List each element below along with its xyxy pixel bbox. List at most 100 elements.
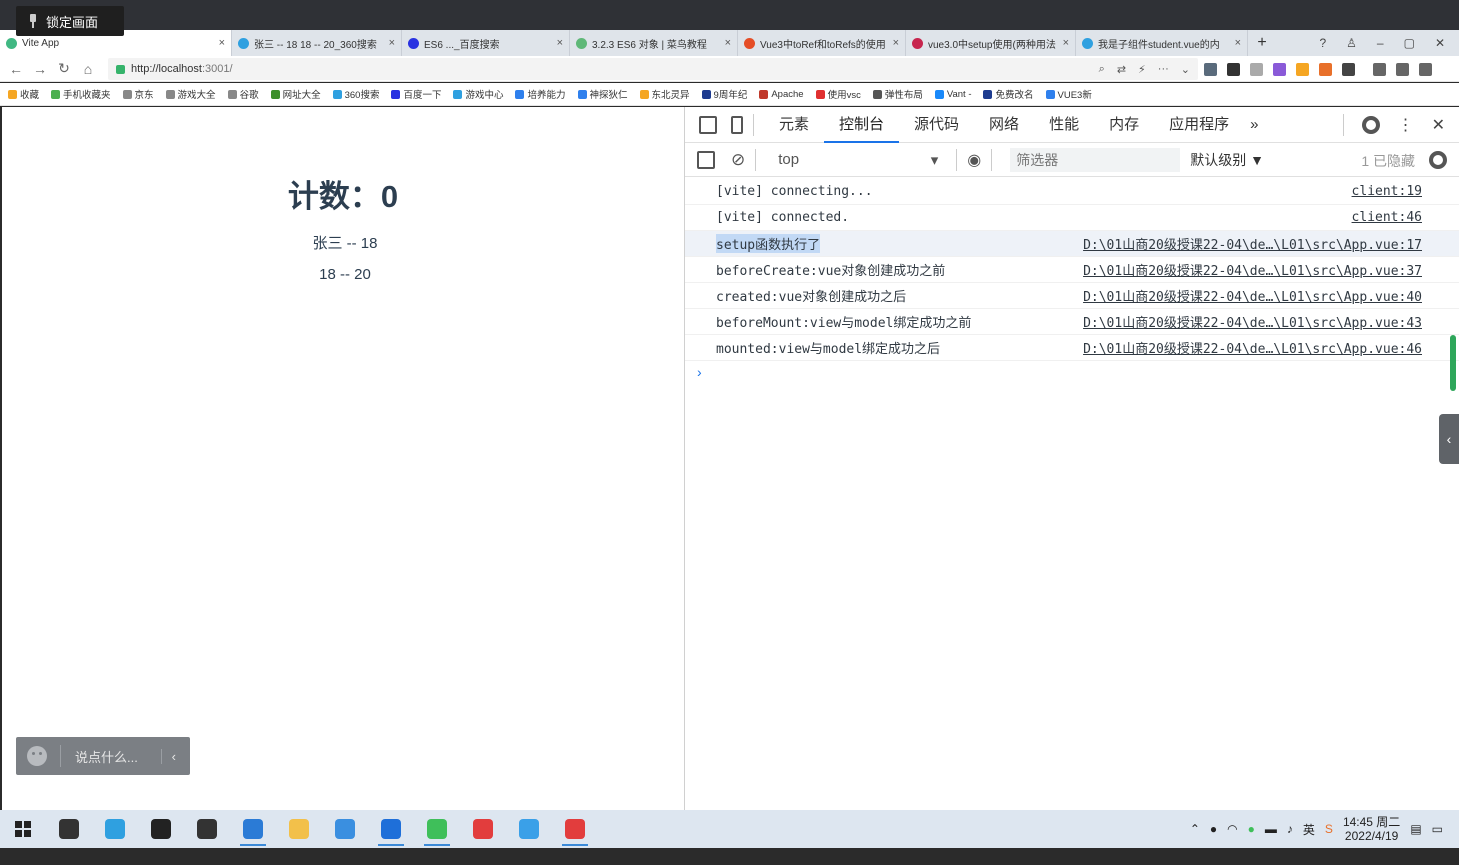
help-icon[interactable]: ? — [1319, 36, 1326, 50]
log-source-link[interactable]: D:\01山商20级授课22-04\de…\L01\src\App.vue:37 — [1083, 260, 1422, 279]
wifi-icon[interactable]: ◠ — [1227, 822, 1237, 836]
console-log-row[interactable]: mounted:view与model绑定成功之后 D:\01山商20级授课22-0… — [685, 335, 1459, 361]
devtools-tab[interactable]: 性能 — [1034, 107, 1094, 143]
browser-tab[interactable]: Vue3中toRef和toRefs的使用 × — [738, 30, 906, 56]
xmind-icon[interactable] — [460, 810, 506, 848]
cortana-icon[interactable] — [138, 810, 184, 848]
devtools-tab[interactable]: 元素 — [764, 107, 824, 143]
undo-icon[interactable] — [1396, 62, 1409, 76]
tab-close-icon[interactable]: × — [893, 37, 899, 49]
tab-close-icon[interactable]: × — [1235, 37, 1241, 49]
menu-icon[interactable] — [1419, 62, 1432, 76]
maximize-icon[interactable]: ▢ — [1404, 36, 1415, 50]
search-taskbar-icon[interactable] — [46, 810, 92, 848]
collapse-arrow-icon[interactable]: ‹ — [160, 748, 176, 764]
console-log-row[interactable]: [vite] connecting... client:19 — [685, 179, 1459, 205]
extension-icon[interactable] — [1319, 62, 1332, 76]
tab-close-icon[interactable]: × — [219, 37, 225, 49]
edge-icon[interactable] — [322, 810, 368, 848]
bookmark-item[interactable]: 京东 — [122, 87, 154, 101]
close-icon[interactable]: ✕ — [1432, 115, 1445, 135]
volume-icon[interactable]: ♪ — [1287, 822, 1293, 836]
browser-tab[interactable]: 我是子组件student.vue的内 × — [1076, 30, 1248, 56]
clock[interactable]: 14:45 周二 2022/4/19 — [1343, 815, 1400, 843]
bookmark-item[interactable]: 360搜索 — [332, 87, 379, 101]
devtools-tab[interactable]: 内存 — [1094, 107, 1154, 143]
bookmark-item[interactable]: 百度一下 — [391, 87, 441, 101]
log-source-link[interactable]: client:46 — [1352, 210, 1422, 225]
battery-icon[interactable]: ▬ — [1265, 822, 1277, 836]
eye-icon[interactable]: ◉ — [967, 150, 981, 170]
emoji-icon[interactable] — [27, 746, 47, 766]
shirt-icon[interactable]: ♙ — [1346, 36, 1357, 50]
side-drawer-handle[interactable]: ‹ — [1439, 414, 1459, 464]
bookmark-item[interactable]: 网址大全 — [270, 87, 321, 101]
reload-button[interactable]: ↻ — [52, 60, 76, 77]
bookmark-item[interactable]: 9周年纪 — [701, 87, 747, 101]
device-toolbar-icon[interactable] — [731, 115, 743, 134]
bookmark-item[interactable]: Apache — [759, 89, 804, 100]
console-prompt[interactable]: › — [685, 361, 1459, 383]
translate-icon[interactable]: ⇄ — [1117, 63, 1126, 76]
extension-icon[interactable] — [1204, 62, 1217, 76]
close-window-icon[interactable]: ✕ — [1435, 36, 1445, 50]
console-log-row[interactable]: created:vue对象创建成功之后 D:\01山商20级授课22-04\de…… — [685, 283, 1459, 309]
bookmark-item[interactable]: 培养能力 — [515, 87, 566, 101]
extension-icon[interactable] — [1227, 62, 1240, 76]
bookmark-item[interactable]: Vant - — [934, 89, 971, 100]
devtools-tab[interactable]: 控制台 — [824, 107, 900, 143]
kebab-menu-icon[interactable]: ⋮ — [1398, 115, 1414, 135]
more-icon[interactable]: ··· — [1158, 63, 1169, 75]
context-select[interactable]: top ▾ — [778, 151, 946, 169]
log-source-link[interactable]: D:\01山商20级授课22-04\de…\L01\src\App.vue:40 — [1083, 286, 1422, 305]
browser-tab[interactable]: vue3.0中setup使用(两种用法 × — [906, 30, 1076, 56]
browser-se-icon[interactable] — [414, 810, 460, 848]
new-tab-button[interactable]: + — [1248, 30, 1276, 56]
bookmark-item[interactable]: 神探狄仁 — [577, 87, 628, 101]
console-log-row[interactable]: beforeMount:view与model绑定成功之前 D:\01山商20级授课… — [685, 309, 1459, 335]
bookmark-item[interactable]: 东北灵异 — [639, 87, 690, 101]
zoom-icon[interactable]: ⌕ — [1099, 63, 1105, 76]
inspect-element-icon[interactable] — [699, 115, 717, 134]
tab-close-icon[interactable]: × — [1063, 37, 1069, 49]
log-source-link[interactable]: D:\01山商20级授课22-04\de…\L01\src\App.vue:46 — [1083, 338, 1422, 357]
bookmark-item[interactable]: 收藏 — [8, 87, 39, 101]
qq-tray-icon[interactable]: ● — [1210, 822, 1217, 836]
bookmark-item[interactable]: 游戏中心 — [453, 87, 503, 101]
bookmark-item[interactable]: 免费改名 — [983, 87, 1034, 101]
chevron-down-icon[interactable]: ⌄ — [1181, 63, 1190, 76]
home-button[interactable]: ⌂ — [76, 61, 100, 77]
bookmark-item[interactable]: 弹性布局 — [872, 87, 923, 101]
log-source-link[interactable]: D:\01山商20级授课22-04\de…\L01\src\App.vue:17 — [1083, 234, 1422, 253]
devtools-tab[interactable]: 网络 — [974, 107, 1034, 143]
log-levels-dropdown[interactable]: 默认级别 ▼ — [1190, 150, 1264, 170]
vscode-icon[interactable] — [230, 810, 276, 848]
sogou-icon[interactable]: S — [1325, 822, 1333, 836]
qq-icon[interactable] — [506, 810, 552, 848]
wps-icon[interactable] — [552, 810, 598, 848]
photos-icon[interactable] — [368, 810, 414, 848]
browser-360-icon[interactable] — [92, 810, 138, 848]
start-button[interactable] — [0, 821, 46, 837]
console-log-row[interactable]: setup函数执行了 D:\01山商20级授课22-04\de…\L01\src\… — [685, 231, 1459, 257]
action-center-icon[interactable]: ▭ — [1432, 822, 1443, 836]
console-settings-gear-icon[interactable] — [1429, 151, 1447, 169]
log-source-link[interactable]: client:19 — [1352, 184, 1422, 199]
site-info-icon[interactable] — [116, 64, 125, 74]
bookmark-item[interactable]: 手机收藏夹 — [51, 87, 111, 101]
tab-close-icon[interactable]: × — [725, 37, 731, 49]
console-filter-input[interactable]: 筛选器 — [1010, 147, 1181, 172]
bookmark-item[interactable]: 使用vsc — [815, 87, 861, 101]
extension-icon[interactable] — [1273, 62, 1286, 76]
more-tabs-icon[interactable]: » — [1244, 116, 1258, 133]
address-bar[interactable]: http://localhost:3001/ ⌕ ⇄ ⚡ ··· ⌄ — [108, 58, 1198, 80]
browser-tab[interactable]: 张三 -- 18 18 -- 20_360搜索 × — [232, 30, 402, 56]
tab-close-icon[interactable]: × — [389, 37, 395, 49]
bookmark-item[interactable]: 谷歌 — [227, 87, 259, 101]
scissors-icon[interactable] — [1250, 62, 1263, 76]
task-view-icon[interactable] — [184, 810, 230, 848]
console-log-row[interactable]: beforeCreate:vue对象创建成功之前 D:\01山商20级授课22-0… — [685, 257, 1459, 283]
bookmark-item[interactable]: VUE3新 — [1045, 87, 1092, 101]
browser-tab[interactable]: ES6 ..._百度搜索 × — [402, 30, 570, 56]
ime-indicator[interactable]: 英 — [1303, 821, 1315, 838]
